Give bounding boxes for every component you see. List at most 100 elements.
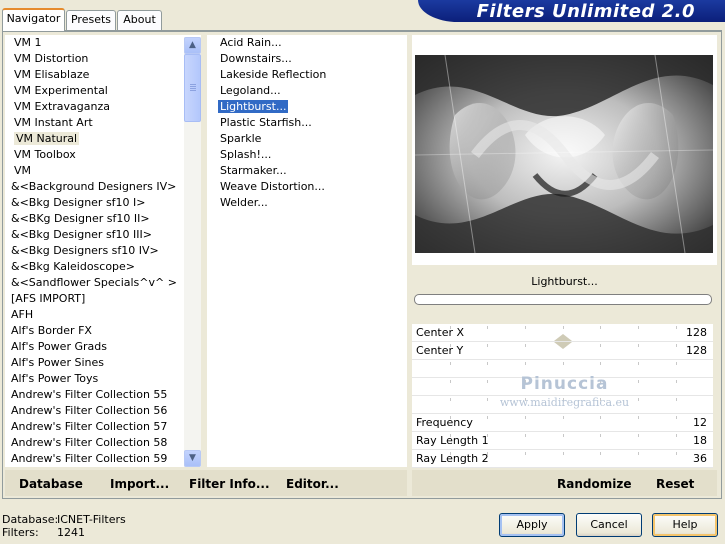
filter-item-label: Downstairs...: [220, 52, 292, 65]
parameter-slider[interactable]: Frequency 12: [412, 414, 713, 432]
category-item[interactable]: AFH: [5, 307, 201, 323]
filter-item[interactable]: Plastic Starfish...: [207, 115, 407, 131]
category-item[interactable]: VM Extravaganza: [5, 99, 201, 115]
help-button[interactable]: Help: [652, 513, 718, 537]
slider-tick: [525, 416, 526, 419]
category-item-label: &<Bkg Designer sf10 III>: [11, 228, 153, 241]
category-item-label: &<Background Designers IV>: [11, 180, 177, 193]
preview-image[interactable]: [415, 55, 713, 253]
category-item[interactable]: Alf's Border FX: [5, 323, 201, 339]
filter-item[interactable]: Starmaker...: [207, 163, 407, 179]
category-item[interactable]: VM: [5, 163, 201, 179]
category-item-label: AFH: [11, 308, 34, 321]
filter-item[interactable]: Welder...: [207, 195, 407, 211]
category-item-label: VM: [14, 164, 32, 177]
app-title: Filters Unlimited 2.0: [476, 1, 695, 22]
scroll-up-button[interactable]: ▲: [184, 37, 201, 54]
filter-item[interactable]: Legoland...: [207, 83, 407, 99]
filter-item[interactable]: Sparkle: [207, 131, 407, 147]
filter-list[interactable]: Acid Rain... Downstairs... Lakeside Reflec…: [207, 35, 407, 467]
category-item[interactable]: &<Bkg Kaleidoscope>: [5, 259, 201, 275]
category-item[interactable]: VM Experimental: [5, 83, 201, 99]
category-item[interactable]: &<BKg Designer sf10 II>: [5, 211, 201, 227]
chevron-up-icon: ▲: [189, 40, 196, 50]
slider-tick: [676, 344, 677, 347]
category-item[interactable]: VM Instant Art: [5, 115, 201, 131]
scroll-down-button[interactable]: ▼: [184, 450, 201, 467]
category-item[interactable]: [AFS IMPORT]: [5, 291, 201, 307]
slider-tick: [487, 416, 488, 419]
apply-button[interactable]: Apply: [499, 513, 565, 537]
slider-tick: [638, 434, 639, 437]
parameter-slider[interactable]: Ray Length 1 18: [412, 432, 713, 450]
category-item[interactable]: VM 1: [5, 35, 201, 51]
database-link[interactable]: Database: [19, 477, 83, 491]
category-scrollbar[interactable]: ▲ ▼: [184, 37, 201, 467]
tab-presets[interactable]: Presets: [66, 10, 116, 30]
category-item[interactable]: &<Background Designers IV>: [5, 179, 201, 195]
parameter-label: Center Y: [416, 344, 464, 357]
category-item-label: &<Sandflower Specials^v^ >: [11, 276, 177, 289]
progress-bar: [414, 294, 712, 305]
filter-info-link[interactable]: Filter Info...: [189, 477, 270, 491]
category-item[interactable]: VM Natural: [5, 131, 201, 147]
import-link[interactable]: Import...: [110, 477, 169, 491]
category-item[interactable]: Alf's Power Grads: [5, 339, 201, 355]
filter-item[interactable]: Acid Rain...: [207, 35, 407, 51]
category-item[interactable]: Andrew's Filter Collection 59: [5, 451, 201, 467]
slider-knob[interactable]: [554, 342, 572, 349]
category-item-label: VM 1: [14, 36, 42, 49]
category-item-label: &<Bkg Designer sf10 I>: [11, 196, 146, 209]
randomize-link[interactable]: Randomize: [557, 477, 631, 491]
filter-item[interactable]: Lightburst...: [207, 99, 407, 115]
category-item-label: VM Toolbox: [14, 148, 76, 161]
category-item[interactable]: &<Bkg Designer sf10 III>: [5, 227, 201, 243]
category-item[interactable]: Andrew's Filter Collection 58: [5, 435, 201, 451]
filter-item[interactable]: Weave Distortion...: [207, 179, 407, 195]
category-item[interactable]: Alf's Power Toys: [5, 371, 201, 387]
parameter-slider[interactable]: Center Y 128: [412, 342, 713, 360]
slider-tick: [487, 344, 488, 347]
slider-tick: [676, 452, 677, 455]
category-item[interactable]: Andrew's Filter Collection 55: [5, 387, 201, 403]
slider-tick: [638, 452, 639, 455]
reset-link[interactable]: Reset: [656, 477, 694, 491]
filter-item-label: Lightburst...: [216, 99, 290, 114]
editor-link[interactable]: Editor...: [286, 477, 339, 491]
filter-item[interactable]: Downstairs...: [207, 51, 407, 67]
category-item-label: VM Natural: [14, 132, 80, 145]
slider-tick: [487, 362, 488, 365]
slider-tick: [525, 434, 526, 437]
slider-tick: [600, 452, 601, 455]
category-item[interactable]: &<Bkg Designer sf10 I>: [5, 195, 201, 211]
scroll-thumb[interactable]: [184, 54, 201, 122]
category-item[interactable]: Andrew's Filter Collection 56: [5, 403, 201, 419]
cancel-button[interactable]: Cancel: [576, 513, 642, 537]
category-item[interactable]: VM Elisablaze: [5, 67, 201, 83]
parameter-slider[interactable]: Center X 128: [412, 324, 713, 342]
category-list[interactable]: VM 1 VM Distortion VM Elisablaze VM Experim…: [5, 35, 201, 467]
category-item[interactable]: VM Distortion: [5, 51, 201, 67]
category-item[interactable]: &<Bkg Designers sf10 IV>: [5, 243, 201, 259]
slider-knob[interactable]: [554, 334, 572, 341]
slider-tick: [487, 326, 488, 329]
tab-navigator[interactable]: Navigator: [2, 8, 65, 31]
watermark-site: www.maidiregrafica.eu: [499, 396, 630, 409]
category-item[interactable]: Alf's Power Sines: [5, 355, 201, 371]
slider-tick: [563, 326, 564, 329]
category-item-label: Andrew's Filter Collection 57: [11, 420, 168, 433]
filter-item-label: Weave Distortion...: [220, 180, 325, 193]
category-item[interactable]: VM Toolbox: [5, 147, 201, 163]
filter-item[interactable]: Lakeside Reflection: [207, 67, 407, 83]
slider-tick: [638, 344, 639, 347]
slider-tick: [525, 326, 526, 329]
parameter-slider[interactable]: Ray Length 2 36: [412, 450, 713, 468]
filter-item[interactable]: Splash!...: [207, 147, 407, 163]
category-item[interactable]: &<Sandflower Specials^v^ >: [5, 275, 201, 291]
category-item-label: VM Experimental: [14, 84, 108, 97]
parameter-value: 128: [686, 344, 707, 357]
grip-line: [190, 88, 196, 89]
parameter-label: Ray Length 2: [416, 452, 489, 465]
category-item[interactable]: Andrew's Filter Collection 57: [5, 419, 201, 435]
tab-about[interactable]: About: [117, 10, 162, 30]
